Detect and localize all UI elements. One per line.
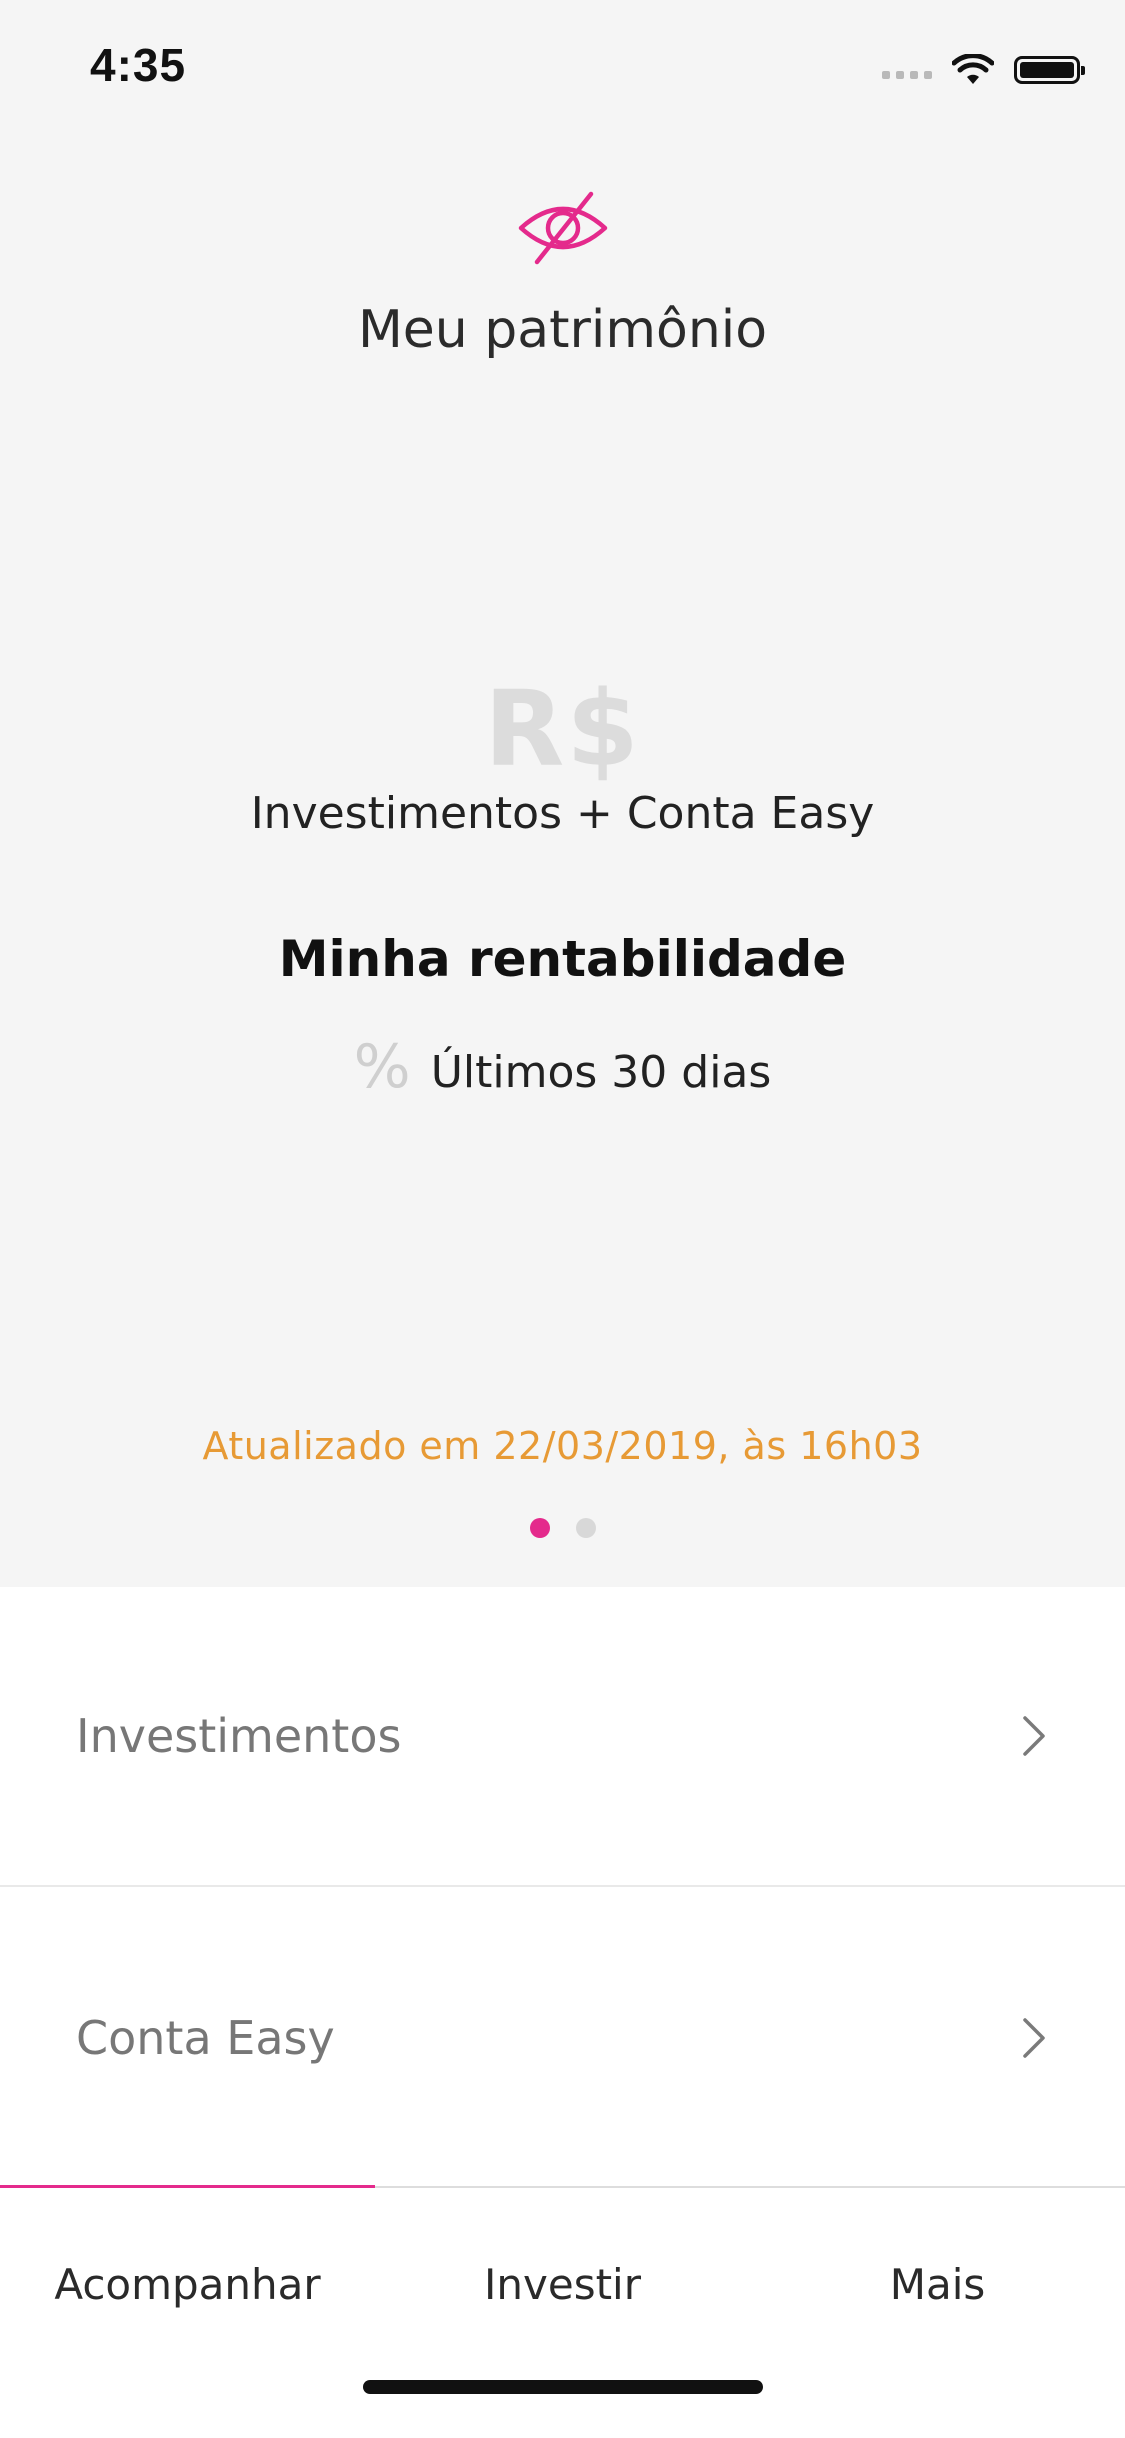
rentabilidade-row: % Últimos 30 dias xyxy=(0,1032,1125,1102)
list-item-label: Investimentos xyxy=(76,1709,402,1763)
page-dot-1[interactable] xyxy=(529,1518,550,1538)
chevron-right-icon xyxy=(1023,1716,1045,1756)
active-tab-indicator xyxy=(0,2185,375,2188)
rentabilidade-value: % xyxy=(353,1032,411,1102)
page-dot-2[interactable] xyxy=(575,1518,596,1538)
wifi-icon xyxy=(952,54,994,84)
tab-bar: Acompanhar Investir Mais xyxy=(0,2185,1125,2438)
status-time: 4:35 xyxy=(90,39,187,91)
list-item-label: Conta Easy xyxy=(76,2010,335,2065)
patrimonio-card[interactable]: 4:35 Meu patrimônio R$ Investimentos + C… xyxy=(0,0,1125,1587)
balance-value: R$ xyxy=(484,668,641,790)
updated-timestamp: Atualizado em 22/03/2019, às 16h03 xyxy=(202,1424,923,1468)
app-screen: 4:35 Meu patrimônio R$ Investimentos + C… xyxy=(0,0,1125,2438)
status-icons xyxy=(882,50,1085,90)
tab-acompanhar[interactable]: Acompanhar xyxy=(0,2260,375,2309)
rentabilidade-heading: Minha rentabilidade xyxy=(278,930,847,988)
cellular-signal-icon xyxy=(882,71,932,79)
battery-icon xyxy=(1014,56,1085,84)
tab-investir[interactable]: Investir xyxy=(375,2260,750,2309)
list-item-investimentos[interactable]: Investimentos xyxy=(0,1587,1125,1887)
page-indicator[interactable] xyxy=(0,1518,1125,1538)
balance-subtitle: Investimentos + Conta Easy xyxy=(250,788,875,839)
list-item-conta-easy[interactable]: Conta Easy xyxy=(0,1889,1125,2186)
home-indicator[interactable] xyxy=(363,2380,763,2394)
eye-off-icon[interactable] xyxy=(517,188,609,268)
rentabilidade-period: Últimos 30 dias xyxy=(430,1047,772,1098)
page-title: Meu patrimônio xyxy=(357,300,768,360)
tab-mais[interactable]: Mais xyxy=(750,2260,1125,2309)
chevron-right-icon xyxy=(1023,2017,1045,2058)
